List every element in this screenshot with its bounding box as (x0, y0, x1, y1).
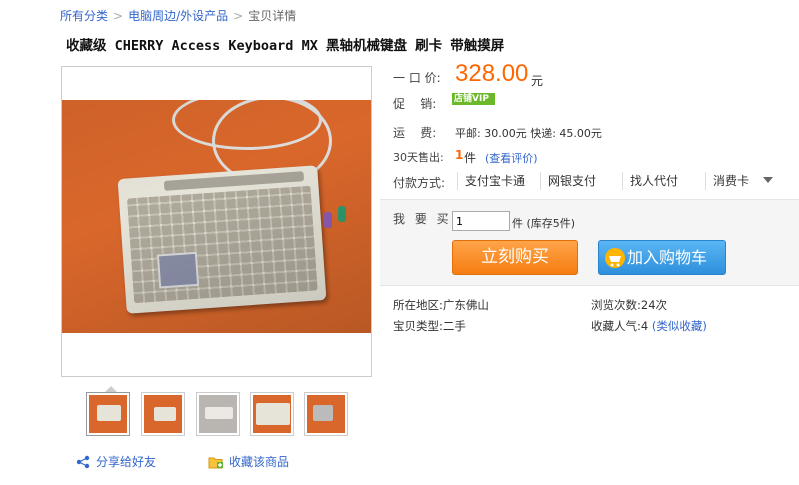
favorite-link[interactable]: 收藏该商品 (208, 453, 289, 470)
payment-more-dropdown-icon[interactable] (763, 177, 773, 183)
sales-label: 30天售出: (393, 151, 444, 164)
quantity-label: 我 要 买: (393, 212, 459, 226)
sales-unit: 件 (464, 151, 477, 165)
payment-option-gift-card[interactable]: 消费卡 (705, 172, 749, 190)
share-label: 分享给好友 (96, 455, 157, 469)
sales-count: 1 (455, 148, 464, 162)
payment-label: 付款方式: (393, 176, 446, 190)
favorites-row: 收藏人气:4 (类似收藏) (591, 318, 707, 334)
vip-badge: 店铺VIP (452, 93, 495, 105)
product-photo (62, 100, 371, 333)
breadcrumb-separator: > (113, 9, 124, 23)
favorites-count: 4 (640, 319, 649, 333)
thumbnail-4[interactable] (250, 392, 294, 436)
payment-option-online-bank[interactable]: 网银支付 (540, 172, 596, 190)
location-label: 所在地区: (393, 298, 443, 312)
product-title: 收藏级 CHERRY Access Keyboard MX 黑轴机械键盘 刷卡 … (66, 38, 505, 54)
payment-option-proxy-pay[interactable]: 找人代付 (622, 172, 678, 190)
favorite-folder-icon (208, 457, 223, 468)
shipping-label: 运 费: (393, 126, 437, 140)
promo-label: 促 销: (393, 97, 437, 111)
thumbnail-5[interactable] (304, 392, 348, 436)
cart-icon (605, 248, 625, 268)
view-reviews-link[interactable]: (查看评价) (485, 150, 538, 166)
similar-favorites-link[interactable]: (类似收藏) (652, 319, 707, 333)
favorites-label: 收藏人气: (591, 319, 641, 333)
price-value: 328.00 (455, 60, 529, 87)
thumbnail-2[interactable] (141, 392, 185, 436)
breadcrumb-all-categories[interactable]: 所有分类 (60, 9, 108, 23)
price-label: 一 口 价: (393, 71, 441, 85)
views-row: 浏览次数:24次 (591, 297, 667, 313)
add-to-cart-label: 加入购物车 (627, 248, 708, 267)
photo-shade (62, 100, 371, 333)
quantity-unit: 件 (库存5件) (512, 215, 575, 231)
breadcrumb: 所有分类 > 电脑周边/外设产品 > 宝贝详情 (60, 7, 296, 24)
share-link[interactable]: 分享给好友 (76, 453, 156, 470)
thumbnail-1[interactable] (86, 392, 130, 436)
quantity-unit-text: 件 (512, 217, 523, 230)
breadcrumb-category[interactable]: 电脑周边/外设产品 (128, 9, 228, 23)
location-row: 所在地区:广东佛山 (393, 297, 489, 313)
payment-option-alipay-card[interactable]: 支付宝卡通 (457, 172, 525, 190)
views-value: 24次 (640, 298, 668, 312)
stock-text: (库存5件) (526, 217, 576, 230)
location-value: 广东佛山 (442, 298, 489, 312)
favorite-label: 收藏该商品 (229, 455, 290, 469)
views-label: 浏览次数: (591, 298, 641, 312)
item-type-label: 宝贝类型: (393, 319, 443, 333)
item-type-row: 宝贝类型:二手 (393, 318, 466, 334)
thumbnail-3[interactable] (196, 392, 240, 436)
buy-now-button[interactable]: 立刻购买 (452, 240, 578, 275)
quantity-input[interactable] (452, 211, 510, 231)
share-icon (76, 455, 90, 468)
breadcrumb-separator: > (233, 9, 244, 23)
add-to-cart-button[interactable]: 加入购物车 (598, 240, 726, 275)
price-unit: 元 (531, 74, 544, 88)
item-type-value: 二手 (442, 319, 466, 333)
shipping-text: 平邮: 30.00元 快递: 45.00元 (455, 127, 602, 140)
breadcrumb-current: 宝贝详情 (248, 9, 297, 23)
main-product-image[interactable] (61, 66, 372, 377)
